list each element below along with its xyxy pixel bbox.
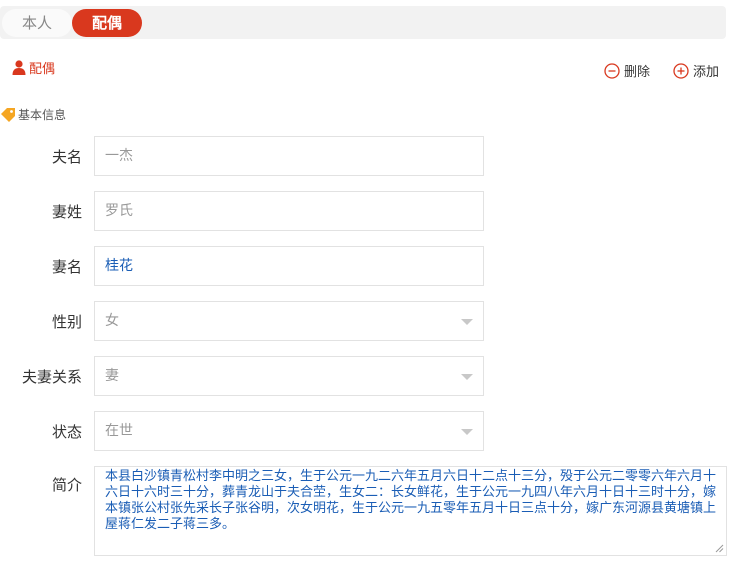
add-button[interactable]: 添加: [673, 61, 719, 80]
intro-text: 本县白沙镇青松村李中明之三女，生于公元一九二六年五月六日十二点十三分，殁于公元二…: [105, 469, 717, 532]
row-wife-name: 妻名 桂花: [0, 246, 744, 286]
delete-button[interactable]: 删除: [604, 61, 650, 80]
caret-down-icon: [461, 319, 473, 325]
wife-name-input[interactable]: 桂花: [94, 246, 484, 286]
spouse-header: 配偶: [12, 58, 55, 77]
relation-value: 妻: [105, 368, 119, 384]
status-value: 在世: [105, 423, 133, 439]
delete-label: 删除: [624, 65, 651, 80]
gender-select[interactable]: 女: [94, 301, 484, 341]
relation-select[interactable]: 妻: [94, 356, 484, 396]
caret-down-icon: [461, 429, 473, 435]
wife-surname-label: 妻姓: [51, 203, 82, 221]
resize-handle-icon[interactable]: [715, 544, 724, 553]
tag-icon: [1, 107, 15, 122]
add-label: 添加: [693, 65, 720, 80]
intro-label: 简介: [51, 476, 82, 494]
wife-name-label: 妻名: [51, 258, 82, 276]
row-husband-name: 夫名 一杰: [0, 136, 744, 176]
section-title: 基本信息: [18, 108, 67, 122]
row-relation: 夫妻关系 妻: [0, 356, 744, 396]
section-basic-info: 基本信息: [0, 106, 66, 123]
relation-label: 夫妻关系: [21, 368, 82, 386]
minus-circle-icon: [604, 62, 620, 79]
spouse-header-label: 配偶: [29, 62, 56, 77]
intro-textarea[interactable]: 本县白沙镇青松村李中明之三女，生于公元一九二六年五月六日十二点十三分，殁于公元二…: [94, 466, 727, 556]
row-status: 状态 在世: [0, 411, 744, 451]
status-select[interactable]: 在世: [94, 411, 484, 451]
gender-label: 性别: [51, 313, 82, 331]
husband-name-label: 夫名: [51, 148, 82, 166]
plus-circle-icon: [673, 62, 689, 79]
status-label: 状态: [51, 423, 82, 441]
husband-name-input[interactable]: 一杰: [94, 136, 484, 176]
tab-bar: 本人 配偶: [0, 6, 726, 39]
gender-value: 女: [105, 313, 119, 329]
caret-down-icon: [461, 374, 473, 380]
tab-self[interactable]: 本人: [2, 9, 72, 37]
person-icon: [12, 60, 26, 75]
row-gender: 性别 女: [0, 301, 744, 341]
wife-surname-input[interactable]: 罗氏: [94, 191, 484, 231]
row-wife-surname: 妻姓 罗氏: [0, 191, 744, 231]
tab-spouse[interactable]: 配偶: [72, 9, 142, 37]
